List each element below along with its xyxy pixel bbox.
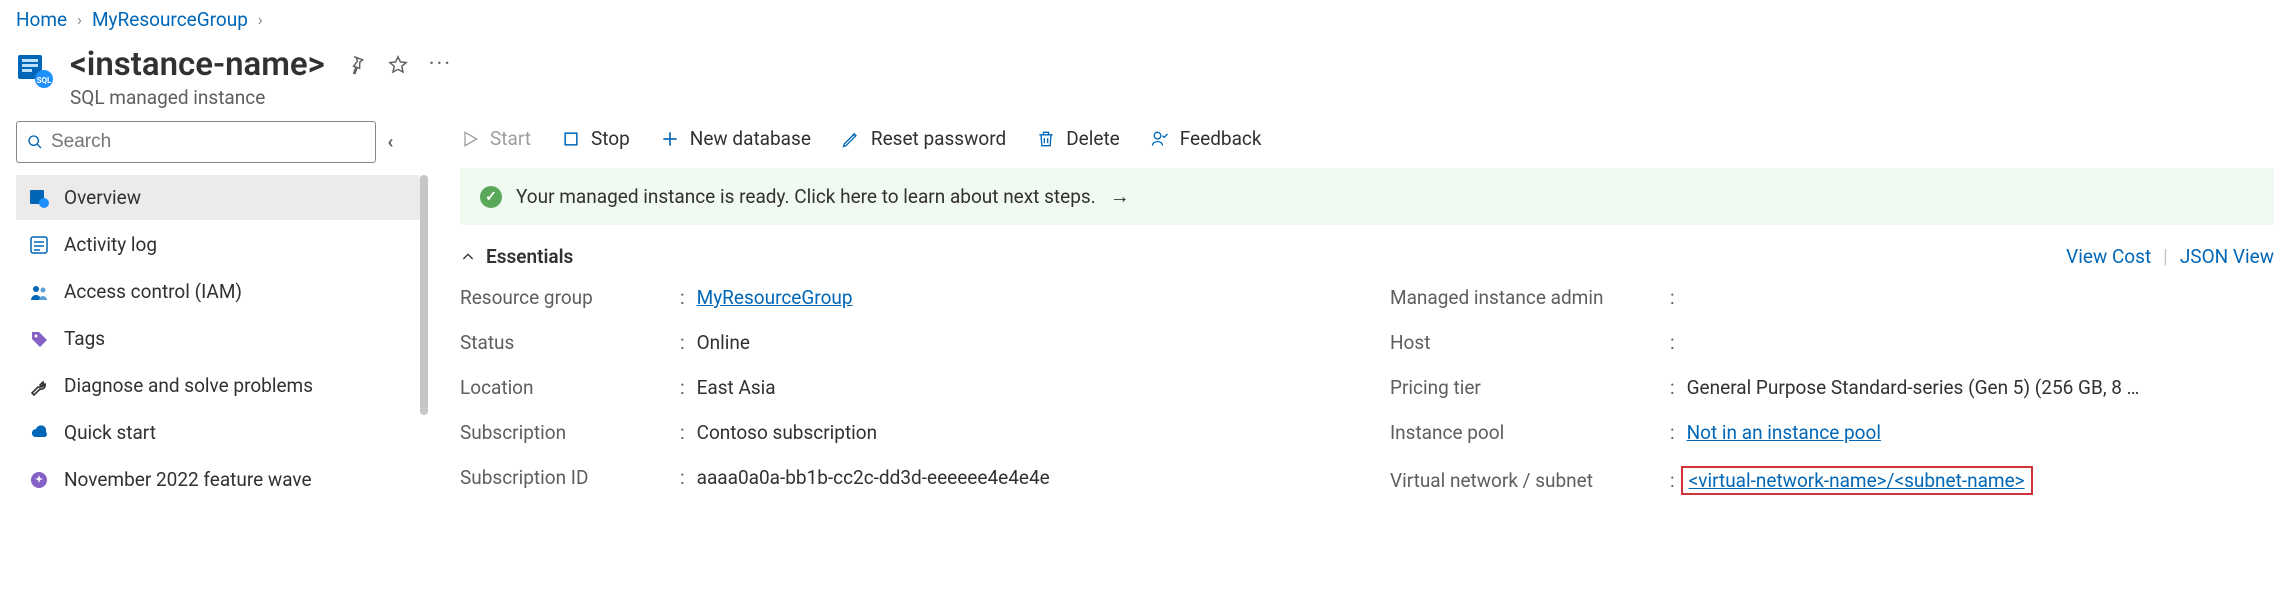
command-label: Feedback [1180, 127, 1262, 150]
sidebar-item-feature-wave[interactable]: November 2022 feature wave [16, 457, 420, 502]
essentials-row-host: Host : [1390, 331, 2274, 354]
essentials-label: Resource group [460, 286, 680, 309]
sidebar-item-label: Diagnose and solve problems [64, 374, 313, 397]
sql-instance-icon [28, 188, 50, 208]
essentials-label: Subscription [460, 421, 680, 444]
sql-managed-instance-icon: SQL [16, 51, 54, 89]
tag-icon [28, 329, 50, 349]
chevron-right-icon: › [258, 10, 263, 29]
status-value: Online [697, 331, 750, 354]
command-label: Start [490, 127, 531, 150]
essentials-row-location: Location : East Asia [460, 376, 1310, 399]
reset-password-button[interactable]: Reset password [841, 127, 1006, 150]
instance-pool-link[interactable]: Not in an instance pool [1687, 421, 1881, 444]
new-database-button[interactable]: New database [660, 127, 811, 150]
command-bar: Start Stop New database Reset password [460, 121, 2274, 168]
essentials-row-status: Status : Online [460, 331, 1310, 354]
sidebar-item-label: Activity log [64, 233, 157, 256]
access-control-icon [28, 282, 50, 302]
essentials-grid: Resource group : MyResourceGroup Status … [460, 286, 2274, 495]
sidebar: ‹‹ Overview Activity log Access c [16, 121, 420, 502]
command-label: New database [690, 127, 811, 150]
subscription-id-value: aaaa0a0a-bb1b-cc2c-dd3d-eeeeee4e4e4e [697, 466, 1050, 489]
essentials-row-subscription: Subscription : Contoso subscription [460, 421, 1310, 444]
sparkle-icon [28, 470, 50, 490]
sidebar-item-overview[interactable]: Overview [16, 175, 420, 220]
sidebar-search-input[interactable] [51, 131, 365, 153]
location-value: East Asia [697, 376, 776, 399]
essentials-label: Instance pool [1390, 421, 1670, 444]
check-circle-icon: ✓ [480, 186, 502, 208]
arrow-right-icon: → [1110, 184, 1130, 209]
sidebar-item-label: Access control (IAM) [64, 280, 242, 303]
breadcrumb-home[interactable]: Home [16, 8, 67, 31]
essentials-label: Managed instance admin [1390, 286, 1670, 309]
sidebar-item-quick-start[interactable]: Quick start [16, 410, 420, 455]
json-view-link[interactable]: JSON View [2180, 245, 2274, 268]
page-title: <instance-name> [70, 45, 325, 84]
command-label: Stop [591, 127, 630, 150]
activity-log-icon [28, 235, 50, 255]
sidebar-search[interactable] [16, 121, 376, 163]
pin-icon[interactable] [345, 54, 367, 76]
svg-text:SQL: SQL [37, 76, 52, 85]
vnet-subnet-link[interactable]: <virtual-network-name>/<subnet-name> [1689, 469, 2025, 492]
essentials-row-pool: Instance pool : Not in an instance pool [1390, 421, 2274, 444]
pencil-icon [841, 129, 861, 149]
main-pane: Start Stop New database Reset password [420, 121, 2274, 495]
sidebar-item-activity-log[interactable]: Activity log [16, 222, 420, 267]
star-icon[interactable] [387, 54, 409, 76]
essentials-row-admin: Managed instance admin : [1390, 286, 2274, 309]
essentials-label: Virtual network / subnet [1390, 469, 1670, 492]
sidebar-item-label: Overview [64, 186, 141, 209]
wrench-icon [28, 376, 50, 396]
sidebar-item-label: Quick start [64, 421, 156, 444]
more-icon[interactable]: ··· [429, 52, 452, 77]
cloud-upload-icon [28, 423, 50, 443]
resource-group-link[interactable]: MyResourceGroup [697, 286, 853, 309]
essentials-row-pricing: Pricing tier : General Purpose Standard-… [1390, 376, 2274, 399]
essentials-label: Subscription ID [460, 466, 680, 489]
delete-button[interactable]: Delete [1036, 127, 1120, 150]
chevron-up-icon [460, 249, 476, 265]
command-label: Delete [1066, 127, 1120, 150]
sidebar-item-label: November 2022 feature wave [64, 468, 312, 491]
sidebar-item-diagnose[interactable]: Diagnose and solve problems [16, 363, 420, 408]
play-icon [460, 129, 480, 149]
ready-banner[interactable]: ✓ Your managed instance is ready. Click … [460, 168, 2274, 225]
sidebar-item-label: Tags [64, 327, 105, 350]
view-cost-link[interactable]: View Cost [2066, 245, 2151, 268]
essentials-row-resource-group: Resource group : MyResourceGroup [460, 286, 1310, 309]
feedback-button[interactable]: Feedback [1150, 127, 1262, 150]
essentials-row-subscription-id: Subscription ID : aaaa0a0a-bb1b-cc2c-dd3… [460, 466, 1310, 489]
chevron-right-icon: › [77, 10, 82, 29]
banner-message: Your managed instance is ready. Click he… [516, 185, 1096, 208]
sidebar-item-access-control[interactable]: Access control (IAM) [16, 269, 420, 314]
breadcrumb: Home › MyResourceGroup › [0, 0, 2290, 35]
divider: | [2163, 245, 2168, 268]
start-button[interactable]: Start [460, 127, 531, 150]
feedback-icon [1150, 129, 1170, 149]
resource-type-label: SQL managed instance [70, 86, 452, 109]
sidebar-nav: Overview Activity log Access control (IA… [16, 175, 420, 502]
essentials-label: Host [1390, 331, 1670, 354]
page-header: SQL <instance-name> ··· SQL managed inst… [0, 35, 2290, 121]
essentials-row-vnet: Virtual network / subnet : <virtual-netw… [1390, 466, 2274, 495]
search-icon [27, 134, 43, 150]
essentials-heading: Essentials [486, 245, 573, 268]
essentials-toggle[interactable]: Essentials [460, 245, 573, 268]
trash-icon [1036, 129, 1056, 149]
essentials-links: View Cost | JSON View [2066, 245, 2274, 268]
command-label: Reset password [871, 127, 1006, 150]
pricing-value: General Purpose Standard-series (Gen 5) … [1687, 376, 2140, 399]
plus-icon [660, 129, 680, 149]
stop-button[interactable]: Stop [561, 127, 630, 150]
essentials-label: Location [460, 376, 680, 399]
sidebar-item-tags[interactable]: Tags [16, 316, 420, 361]
stop-icon [561, 129, 581, 149]
essentials-label: Pricing tier [1390, 376, 1670, 399]
breadcrumb-resource-group[interactable]: MyResourceGroup [92, 8, 248, 31]
essentials-label: Status [460, 331, 680, 354]
subscription-value: Contoso subscription [697, 421, 878, 444]
